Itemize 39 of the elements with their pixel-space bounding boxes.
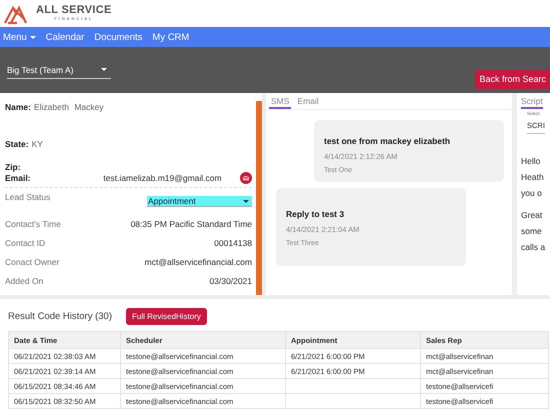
email-icon[interactable] bbox=[240, 172, 252, 184]
field-value: 00014138 bbox=[214, 238, 252, 248]
full-history-button[interactable]: Full RevisedHistory bbox=[126, 308, 207, 325]
email-value: test.iamelizab.m19@gmail.com bbox=[102, 173, 223, 183]
script-text: Hello bbox=[521, 156, 542, 166]
team-select[interactable]: Big Test (Team A) bbox=[7, 62, 111, 78]
field-label: Email: bbox=[5, 173, 32, 183]
field-label: Contact's Time bbox=[5, 218, 61, 228]
back-button[interactable]: Back from Searc bbox=[475, 70, 550, 88]
field-label: Zip: bbox=[5, 162, 21, 172]
field-label: Conact Owner bbox=[5, 256, 60, 266]
splitter-handle[interactable] bbox=[256, 101, 262, 295]
script-text: you o bbox=[521, 188, 543, 198]
nav-link[interactable]: Documents bbox=[94, 32, 142, 42]
field-value: mct@allservicefinancial.com bbox=[144, 256, 252, 266]
field-label: Name: bbox=[5, 102, 31, 112]
lead-status-select[interactable]: Appointment bbox=[147, 196, 252, 207]
field-value: Elizabeth Mackey bbox=[34, 102, 104, 112]
nav-link[interactable]: My CRM bbox=[152, 32, 190, 42]
nav-link[interactable]: Calendar bbox=[46, 32, 84, 42]
menu-dropdown[interactable]: Menu bbox=[3, 32, 36, 42]
message-text: Reply to test 3 bbox=[286, 209, 346, 219]
field-label: Lead Status bbox=[5, 192, 50, 202]
field-label: State: bbox=[5, 138, 29, 148]
script-text: Heath bbox=[521, 172, 545, 182]
field-value: 03/30/2021 bbox=[209, 276, 252, 286]
field-label: Contact ID bbox=[5, 238, 46, 248]
message-text: test one from mackey elizabeth bbox=[324, 136, 452, 146]
section-title: Result Code History (30) bbox=[8, 311, 112, 322]
script-text: some bbox=[521, 226, 543, 236]
tab[interactable]: SMS bbox=[269, 93, 292, 109]
field-value: 08:35 PM Pacific Standard Time bbox=[130, 218, 252, 228]
script-text: calls a bbox=[521, 242, 546, 252]
tab[interactable]: Script bbox=[521, 93, 543, 109]
field-value: KY bbox=[32, 138, 43, 148]
tab[interactable]: Email bbox=[295, 93, 321, 109]
script-text: Great bbox=[521, 210, 544, 220]
brand-name: ALL SERVICE bbox=[36, 5, 112, 16]
field-label: Added On bbox=[5, 276, 44, 286]
